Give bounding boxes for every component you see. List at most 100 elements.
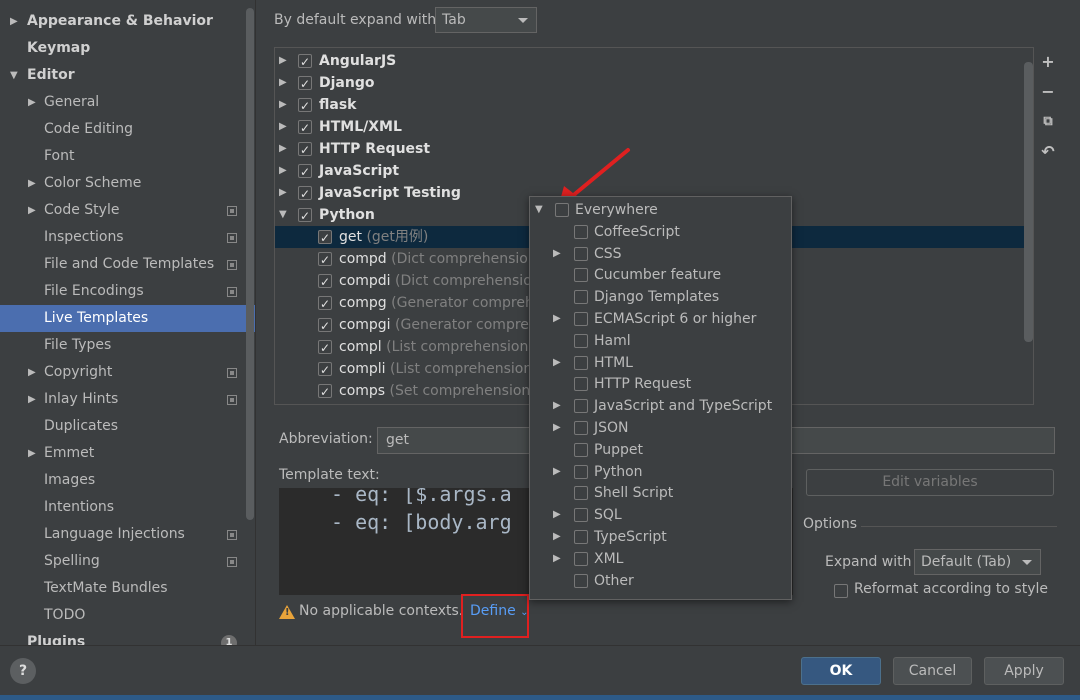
- context-checkbox[interactable]: [574, 333, 588, 348]
- sidebar-item-inspections[interactable]: Inspections: [0, 224, 255, 251]
- revert-icon[interactable]: ↶: [1040, 144, 1056, 160]
- reformat-checkbox[interactable]: [834, 584, 848, 598]
- context-checkbox[interactable]: [574, 268, 588, 283]
- context-checkbox[interactable]: [574, 246, 588, 261]
- sidebar-item-images[interactable]: Images: [0, 467, 255, 494]
- group-checkbox[interactable]: [298, 205, 312, 227]
- chevron-right-icon[interactable]: ▶: [28, 170, 36, 197]
- chevron-down-icon[interactable]: ▼: [10, 62, 18, 89]
- chevron-right-icon[interactable]: ▶: [553, 395, 561, 417]
- copy-icon[interactable]: ⧉: [1040, 114, 1056, 130]
- context-checkbox[interactable]: [574, 508, 588, 523]
- cancel-button[interactable]: Cancel: [893, 657, 972, 685]
- context-item-typescript[interactable]: ▶ TypeScript: [530, 526, 791, 548]
- context-item-html[interactable]: ▶ HTML: [530, 352, 791, 374]
- sidebar-item-intentions[interactable]: Intentions: [0, 494, 255, 521]
- sidebar-item-emmet[interactable]: ▶ Emmet: [0, 440, 255, 467]
- chevron-right-icon[interactable]: ▶: [553, 548, 561, 570]
- context-item-django-templates[interactable]: Django Templates: [530, 286, 791, 308]
- template-checkbox[interactable]: [318, 359, 332, 381]
- group-checkbox[interactable]: [298, 73, 312, 95]
- context-checkbox[interactable]: [574, 355, 588, 370]
- context-checkbox[interactable]: [555, 203, 569, 217]
- chevron-right-icon[interactable]: ▶: [553, 526, 561, 548]
- template-checkbox[interactable]: [318, 337, 332, 359]
- context-checkbox[interactable]: [574, 377, 588, 392]
- template-checkbox[interactable]: [318, 293, 332, 315]
- sidebar-item-textmate-bundles[interactable]: TextMate Bundles: [0, 575, 255, 602]
- sidebar-item-plugins[interactable]: Plugins 1: [0, 629, 255, 645]
- context-item-sql[interactable]: ▶ SQL: [530, 504, 791, 526]
- chevron-right-icon[interactable]: ▶: [10, 8, 18, 35]
- template-checkbox[interactable]: [318, 271, 332, 293]
- templates-scrollbar[interactable]: [1024, 62, 1033, 342]
- template-group-row[interactable]: ▶ JavaScript: [275, 160, 1033, 183]
- template-checkbox[interactable]: [318, 315, 332, 337]
- context-item-python[interactable]: ▶ Python: [530, 461, 791, 483]
- context-item-puppet[interactable]: Puppet: [530, 439, 791, 461]
- edit-variables-button[interactable]: Edit variables: [806, 469, 1054, 496]
- sidebar-item-language-injections[interactable]: Language Injections: [0, 521, 255, 548]
- context-item-coffeescript[interactable]: CoffeeScript: [530, 221, 791, 243]
- sidebar-item-duplicates[interactable]: Duplicates: [0, 413, 255, 440]
- group-checkbox[interactable]: [298, 117, 312, 139]
- context-item-shell-script[interactable]: Shell Script: [530, 482, 791, 504]
- apply-button[interactable]: Apply: [984, 657, 1064, 685]
- context-item-xml[interactable]: ▶ XML: [530, 548, 791, 570]
- group-checkbox[interactable]: [298, 95, 312, 117]
- group-checkbox[interactable]: [298, 51, 312, 73]
- context-checkbox[interactable]: [574, 486, 588, 501]
- sidebar-item-code-style[interactable]: ▶ Code Style: [0, 197, 255, 224]
- context-item-cucumber-feature[interactable]: Cucumber feature: [530, 264, 791, 286]
- context-checkbox[interactable]: [574, 421, 588, 435]
- remove-icon[interactable]: −: [1040, 84, 1056, 100]
- context-checkbox[interactable]: [574, 530, 588, 544]
- chevron-right-icon[interactable]: ▶: [553, 308, 561, 330]
- context-checkbox[interactable]: [574, 551, 588, 566]
- sidebar-item-file-types[interactable]: File Types: [0, 332, 255, 359]
- template-group-row[interactable]: ▶ Django: [275, 72, 1033, 95]
- define-link[interactable]: Define ⌄: [470, 603, 529, 619]
- chevron-right-icon[interactable]: ▶: [28, 440, 36, 467]
- chevron-right-icon[interactable]: ▶: [28, 359, 36, 386]
- chevron-right-icon[interactable]: ▶: [279, 94, 287, 116]
- group-checkbox[interactable]: [298, 161, 312, 183]
- chevron-right-icon[interactable]: ▶: [279, 182, 287, 204]
- context-checkbox[interactable]: [574, 573, 588, 588]
- chevron-right-icon[interactable]: ▶: [28, 197, 36, 224]
- context-item-haml[interactable]: Haml: [530, 330, 791, 352]
- chevron-right-icon[interactable]: ▶: [279, 116, 287, 138]
- context-item-http-request[interactable]: HTTP Request: [530, 373, 791, 395]
- sidebar-scrollbar[interactable]: [246, 8, 254, 520]
- template-checkbox[interactable]: [318, 227, 332, 249]
- context-item-javascript-and-typescript[interactable]: ▶ JavaScript and TypeScript: [530, 395, 791, 417]
- chevron-right-icon[interactable]: ▶: [553, 461, 561, 483]
- chevron-right-icon[interactable]: ▶: [553, 352, 561, 374]
- chevron-right-icon[interactable]: ▶: [279, 138, 287, 160]
- sidebar-item-keymap[interactable]: Keymap: [0, 35, 255, 62]
- chevron-down-icon[interactable]: ▼: [535, 199, 543, 221]
- sidebar-item-copyright[interactable]: ▶ Copyright: [0, 359, 255, 386]
- sidebar-item-file-and-code-templates[interactable]: File and Code Templates: [0, 251, 255, 278]
- chevron-right-icon[interactable]: ▶: [553, 504, 561, 526]
- context-item-other[interactable]: Other: [530, 570, 791, 592]
- chevron-right-icon[interactable]: ▶: [553, 243, 561, 265]
- chevron-right-icon[interactable]: ▶: [28, 386, 36, 413]
- context-checkbox[interactable]: [574, 312, 588, 326]
- add-icon[interactable]: +: [1040, 54, 1056, 70]
- sidebar-item-font[interactable]: Font: [0, 143, 255, 170]
- context-item-json[interactable]: ▶ JSON: [530, 417, 791, 439]
- sidebar-item-file-encodings[interactable]: File Encodings: [0, 278, 255, 305]
- sidebar-item-editor[interactable]: ▼ Editor: [0, 62, 255, 89]
- chevron-right-icon[interactable]: ▶: [279, 50, 287, 72]
- group-checkbox[interactable]: [298, 139, 312, 161]
- sidebar-item-color-scheme[interactable]: ▶ Color Scheme: [0, 170, 255, 197]
- template-group-row[interactable]: ▶ AngularJS: [275, 50, 1033, 73]
- default-expand-select[interactable]: Tab: [435, 7, 537, 33]
- chevron-right-icon[interactable]: ▶: [553, 417, 561, 439]
- context-item-everywhere[interactable]: ▼ Everywhere: [530, 199, 791, 221]
- chevron-down-icon[interactable]: ▼: [279, 204, 287, 226]
- group-checkbox[interactable]: [298, 183, 312, 205]
- expand-with-select[interactable]: Default (Tab): [914, 549, 1041, 575]
- context-item-ecmascript-6-or-higher[interactable]: ▶ ECMAScript 6 or higher: [530, 308, 791, 330]
